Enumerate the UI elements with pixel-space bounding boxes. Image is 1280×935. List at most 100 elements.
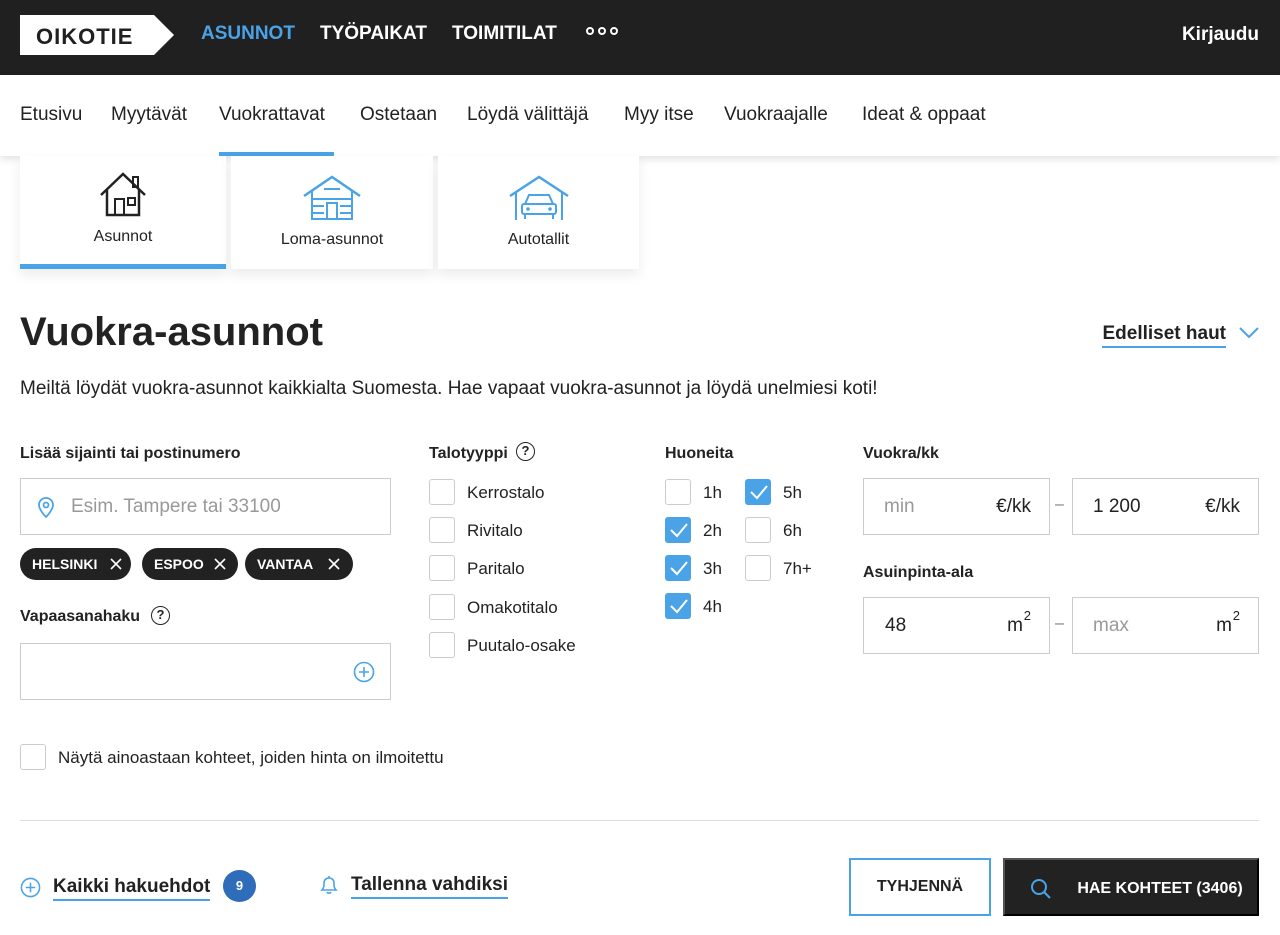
checkbox-label: 3h xyxy=(703,559,722,578)
rent-unit: €/kk xyxy=(996,496,1031,517)
tab-autotallit-label: Autotallit xyxy=(507,231,570,248)
checkbox-label: 7h+ xyxy=(783,559,812,578)
checkbox-5h[interactable] xyxy=(745,479,771,505)
more-menu-icon[interactable] xyxy=(586,27,618,35)
search-button[interactable]: HAE KOHTEET (3406) xyxy=(1003,858,1259,916)
filter-count-badge: 9 xyxy=(223,870,256,902)
close-icon[interactable] xyxy=(110,558,122,570)
search-icon xyxy=(1031,879,1051,899)
location-input[interactable]: Esim. Tampere tai 33100 xyxy=(20,478,391,535)
oikotie-logo[interactable]: OIKOTIE xyxy=(20,15,174,55)
checkbox-1h[interactable] xyxy=(665,479,691,505)
area-min-value: 48 xyxy=(885,615,907,636)
checkbox-label: 2h xyxy=(703,521,722,540)
rent-min-input[interactable]: min €/kk xyxy=(863,478,1050,535)
area-min-input[interactable]: 48 m 2 xyxy=(863,597,1050,654)
checkmark-icon xyxy=(750,485,768,500)
add-circle-icon[interactable] xyxy=(20,877,41,898)
checkbox-label: 4h xyxy=(703,597,722,616)
logo-text: OIKOTIE xyxy=(36,24,134,49)
freetext-input[interactable] xyxy=(20,643,391,700)
save-watch-link[interactable]: Tallenna vahdiksi xyxy=(351,874,508,899)
checkbox-kerrostalo[interactable] xyxy=(429,479,455,505)
checkmark-icon xyxy=(670,523,688,538)
area-label: Asuinpinta-ala xyxy=(863,564,974,581)
subnav-myy-itse[interactable]: Myy itse xyxy=(624,104,694,126)
tab-active-bar xyxy=(20,264,226,269)
location-placeholder: Esim. Tampere tai 33100 xyxy=(71,496,281,517)
subnav-loyda-valittaja[interactable]: Löydä välittäjä xyxy=(467,104,588,126)
checkbox-omakotitalo[interactable] xyxy=(429,594,455,620)
chip-label: VANTAA xyxy=(257,556,314,572)
checkbox-label: Puutalo-osake xyxy=(467,636,576,655)
location-chip-vantaa[interactable]: VANTAA xyxy=(245,548,353,580)
help-icon[interactable]: ? xyxy=(516,442,535,461)
subnav-myytavat[interactable]: Myytävät xyxy=(111,104,187,126)
chevron-down-icon[interactable] xyxy=(1239,326,1259,340)
subnav-vuokraajalle[interactable]: Vuokraajalle xyxy=(724,104,828,126)
divider xyxy=(20,820,1259,821)
location-pin-icon xyxy=(38,497,54,518)
checkbox-2h[interactable] xyxy=(665,517,691,543)
chip-label: HELSINKI xyxy=(32,556,98,572)
location-label: Lisää sijainti tai postinumero xyxy=(20,445,241,462)
checkmark-icon xyxy=(670,561,688,576)
checkbox-3h[interactable] xyxy=(665,555,691,581)
house-icon xyxy=(100,172,146,217)
topnav-tyopaikat[interactable]: TYÖPAIKAT xyxy=(320,23,427,45)
cabin-icon xyxy=(303,175,361,220)
checkbox-label: Paritalo xyxy=(467,559,525,578)
checkbox-rivitalo[interactable] xyxy=(429,517,455,543)
area-max-input[interactable]: max m 2 xyxy=(1072,597,1259,654)
area-max-placeholder: max xyxy=(1093,615,1129,636)
subnav-etusivu[interactable]: Etusivu xyxy=(20,104,82,126)
tab-asunnot[interactable]: Asunnot xyxy=(20,156,226,269)
checkbox-label: Kerrostalo xyxy=(467,483,545,502)
clear-button[interactable]: TYHJENNÄ xyxy=(849,858,991,916)
area-unit-sup: 2 xyxy=(1023,608,1031,623)
rent-min-placeholder: min xyxy=(884,496,915,517)
search-button-label: HAE KOHTEET (3406) xyxy=(1077,880,1243,897)
tab-loma-asunnot-label: Loma-asunnot xyxy=(280,231,384,248)
page-title: Vuokra-asunnot xyxy=(20,310,323,354)
rent-max-input[interactable]: 1 200 €/kk xyxy=(1072,478,1259,535)
area-unit: m xyxy=(1216,615,1232,636)
subnav-ideat-oppaat[interactable]: Ideat & oppaat xyxy=(862,104,986,126)
tab-autotallit[interactable]: Autotallit xyxy=(438,156,639,269)
checkbox-4h[interactable] xyxy=(665,593,691,619)
topnav-asunnot[interactable]: ASUNNOT xyxy=(201,23,295,45)
chip-label: ESPOO xyxy=(154,556,204,572)
range-dash: – xyxy=(1055,496,1064,513)
subnav-ostetaan[interactable]: Ostetaan xyxy=(360,104,437,126)
add-circle-icon[interactable] xyxy=(353,661,375,683)
close-icon[interactable] xyxy=(214,558,226,570)
area-unit-sup: 2 xyxy=(1232,608,1240,623)
page-description: Meiltä löydät vuokra-asunnot kaikkialta … xyxy=(20,378,878,399)
bell-icon[interactable] xyxy=(318,874,340,896)
rent-label: Vuokra/kk xyxy=(863,445,939,462)
rent-max-value: 1 200 xyxy=(1093,496,1141,517)
checkbox-6h[interactable] xyxy=(745,517,771,543)
tab-loma-asunnot[interactable]: Loma-asunnot xyxy=(231,156,433,269)
checkbox-price-only[interactable] xyxy=(20,744,46,770)
topnav-toimitilat[interactable]: TOIMITILAT xyxy=(452,23,557,45)
previous-searches-link[interactable]: Edelliset haut xyxy=(1102,323,1226,348)
garage-icon xyxy=(508,175,569,220)
checkbox-7h-plus[interactable] xyxy=(745,555,771,581)
login-link[interactable]: Kirjaudu xyxy=(1182,24,1259,46)
location-chip-espoo[interactable]: ESPOO xyxy=(142,548,238,580)
checkbox-label: Omakotitalo xyxy=(467,598,558,617)
close-icon[interactable] xyxy=(328,558,340,570)
checkmark-icon xyxy=(670,599,688,614)
subnav-vuokrattavat[interactable]: Vuokrattavat xyxy=(219,104,325,126)
help-icon[interactable]: ? xyxy=(151,606,170,625)
checkbox-label: 5h xyxy=(783,483,802,502)
freetext-label: Vapaasanahaku xyxy=(20,608,141,625)
checkbox-label: Näytä ainoastaan kohteet, joiden hinta o… xyxy=(58,748,444,767)
checkbox-paritalo[interactable] xyxy=(429,555,455,581)
checkbox-puutalo-osake[interactable] xyxy=(429,632,455,658)
sub-navigation: Etusivu Myytävät Vuokrattavat Ostetaan L… xyxy=(0,75,1280,156)
house-type-label: Talotyyppi xyxy=(429,445,508,462)
all-filters-link[interactable]: Kaikki hakuehdot xyxy=(53,876,211,901)
location-chip-helsinki[interactable]: HELSINKI xyxy=(20,548,131,580)
